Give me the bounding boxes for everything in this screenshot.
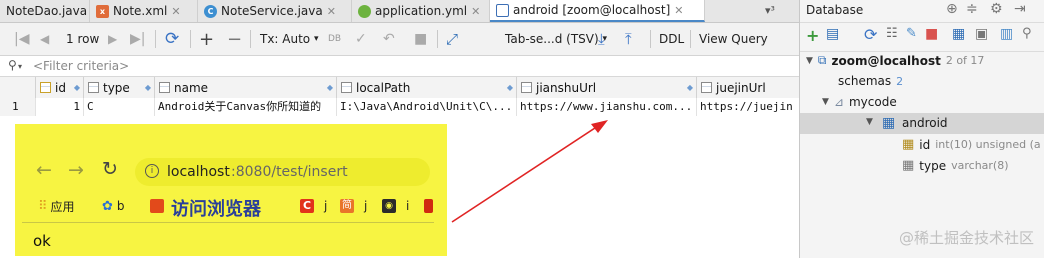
annotation-arrow [451,120,608,223]
watermark: @稀土掘金技术社区 [898,229,1034,247]
